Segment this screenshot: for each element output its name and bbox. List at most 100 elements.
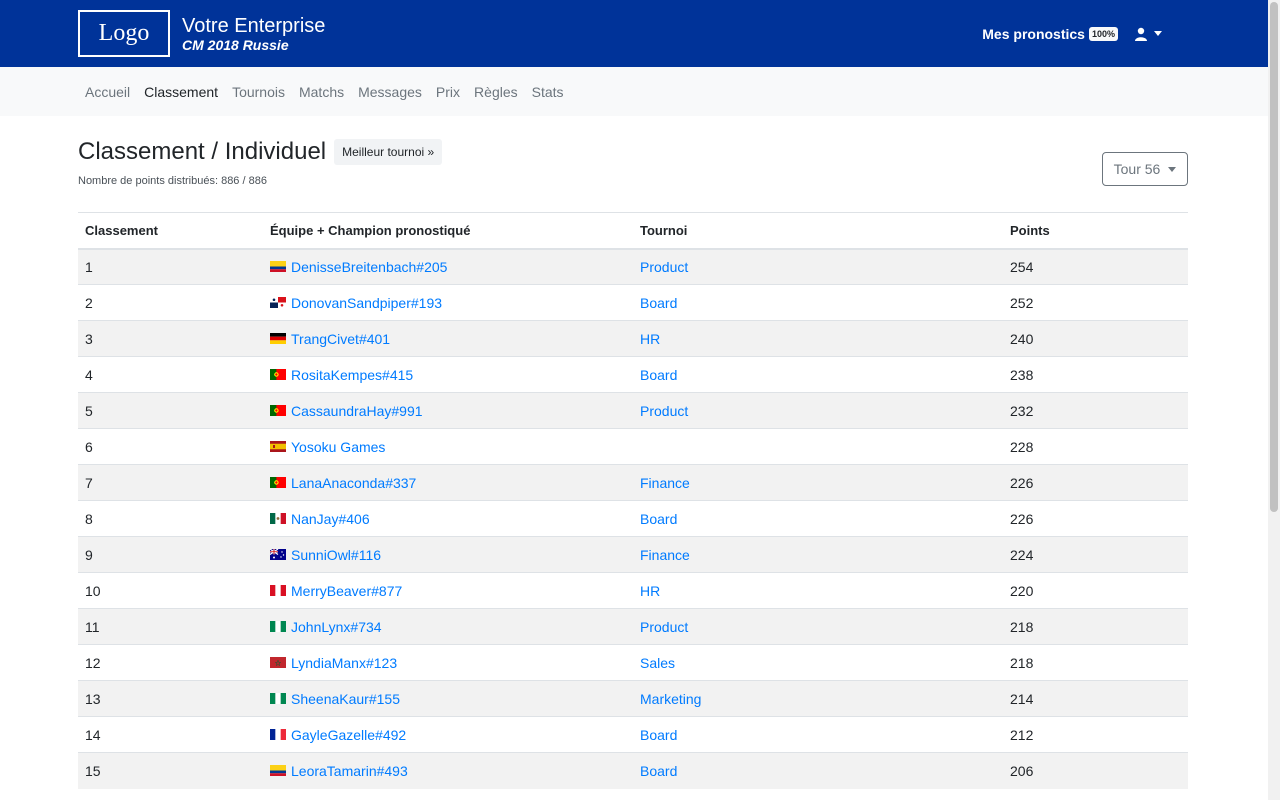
player-link[interactable]: RositaKempes#415 <box>291 367 413 383</box>
nav-item-tournois[interactable]: Tournois <box>225 84 292 100</box>
tournament-link[interactable]: Product <box>640 619 688 635</box>
rank-cell: 8 <box>78 500 263 537</box>
scrollbar[interactable] <box>1268 0 1280 800</box>
panama-flag-icon <box>270 297 286 308</box>
tournament-link[interactable]: Board <box>640 367 677 383</box>
nav-item-accueil[interactable]: Accueil <box>78 84 137 100</box>
ranking-table: Classement Équipe + Champion pronostiqué… <box>78 212 1188 789</box>
tournament-cell: Board <box>633 716 1003 753</box>
tournament-link[interactable]: Sales <box>640 655 675 671</box>
tournament-link[interactable]: Finance <box>640 547 690 563</box>
rank-cell: 4 <box>78 356 263 393</box>
team-cell: LyndiaManx#123 <box>263 644 633 681</box>
points-cell: 254 <box>1003 248 1188 285</box>
nav-item-stats[interactable]: Stats <box>525 84 571 100</box>
rank-cell: 1 <box>78 248 263 285</box>
points-cell: 218 <box>1003 608 1188 645</box>
player-link[interactable]: NanJay#406 <box>291 511 370 527</box>
player-link[interactable]: DonovanSandpiper#193 <box>291 295 442 311</box>
nigeria-flag-icon <box>270 621 286 632</box>
points-cell: 206 <box>1003 752 1188 789</box>
team-cell: GayleGazelle#492 <box>263 716 633 753</box>
predictions-badge: 100% <box>1088 26 1118 41</box>
tournament-link[interactable]: HR <box>640 583 660 599</box>
logo[interactable]: Logo <box>78 10 170 57</box>
mexico-flag-icon <box>270 513 286 524</box>
tournament-cell: HR <box>633 320 1003 357</box>
table-row: 12 LyndiaManx#123 Sales 218 <box>78 644 1188 681</box>
nigeria-flag-icon <box>270 693 286 704</box>
player-link[interactable]: GayleGazelle#492 <box>291 727 406 743</box>
tournament-cell: Product <box>633 248 1003 285</box>
team-cell: LanaAnaconda#337 <box>263 464 633 501</box>
morocco-flag-icon <box>270 657 286 668</box>
table-row: 1 DenisseBreitenbach#205 Product 254 <box>78 248 1188 285</box>
chevron-down-icon <box>1154 31 1162 36</box>
header-team[interactable]: Équipe + Champion pronostiqué <box>263 212 633 250</box>
player-link[interactable]: MerryBeaver#877 <box>291 583 402 599</box>
player-link[interactable]: CassaundraHay#991 <box>291 403 423 419</box>
tournament-cell: Finance <box>633 536 1003 573</box>
round-select[interactable]: Tour 56 <box>1102 152 1188 186</box>
player-link[interactable]: SunniOwl#116 <box>291 547 381 563</box>
scrollbar-thumb[interactable] <box>1270 2 1278 512</box>
tournament-cell: Product <box>633 392 1003 429</box>
player-link[interactable]: Yosoku Games <box>291 439 385 455</box>
rank-cell: 13 <box>78 680 263 717</box>
rank-cell: 6 <box>78 428 263 465</box>
tournament-link[interactable]: HR <box>640 331 660 347</box>
table-row: 11 JohnLynx#734 Product 218 <box>78 608 1188 645</box>
tournament-link[interactable]: Board <box>640 295 677 311</box>
tournament-link[interactable]: Board <box>640 763 677 779</box>
nav-item-matchs[interactable]: Matchs <box>292 84 351 100</box>
header-rank[interactable]: Classement <box>78 212 263 250</box>
points-cell: 240 <box>1003 320 1188 357</box>
peru-flag-icon <box>270 585 286 596</box>
tournament-link[interactable]: Finance <box>640 475 690 491</box>
player-link[interactable]: DenisseBreitenbach#205 <box>291 259 447 275</box>
table-row: 7 LanaAnaconda#337 Finance 226 <box>78 464 1188 501</box>
team-cell: DenisseBreitenbach#205 <box>263 248 633 285</box>
tournament-link[interactable]: Board <box>640 727 677 743</box>
player-link[interactable]: TrangCivet#401 <box>291 331 390 347</box>
chevron-down-icon <box>1168 166 1177 172</box>
player-link[interactable]: LyndiaManx#123 <box>291 655 397 671</box>
team-cell: NanJay#406 <box>263 500 633 537</box>
points-cell: 224 <box>1003 536 1188 573</box>
header-tournament[interactable]: Tournoi <box>633 212 1003 250</box>
nav-item-classement[interactable]: Classement <box>137 84 225 100</box>
page-header: Classement / Individuel Meilleur tournoi… <box>78 138 443 166</box>
player-link[interactable]: JohnLynx#734 <box>291 619 382 635</box>
rank-cell: 5 <box>78 392 263 429</box>
germany-flag-icon <box>270 333 286 344</box>
points-cell: 214 <box>1003 680 1188 717</box>
nav-item-regles[interactable]: Règles <box>467 84 525 100</box>
header-points[interactable]: Points <box>1003 212 1188 250</box>
user-menu-dropdown[interactable] <box>1134 27 1162 41</box>
tournament-link[interactable]: Marketing <box>640 691 701 707</box>
user-area: Mes pronostics 100% <box>982 0 1162 67</box>
tournament-link[interactable]: Product <box>640 259 688 275</box>
points-cell: 212 <box>1003 716 1188 753</box>
nav-item-messages[interactable]: Messages <box>351 84 429 100</box>
tournament-link[interactable]: Board <box>640 511 677 527</box>
tournament-cell: Board <box>633 500 1003 537</box>
top-navbar: Logo Votre Enterprise CM 2018 Russie Mes… <box>0 0 1280 67</box>
my-predictions-link[interactable]: Mes pronostics 100% <box>982 26 1118 42</box>
points-distributed-note: Nombre de points distribués: 886 / 886 <box>78 175 267 187</box>
player-link[interactable]: SheenaKaur#155 <box>291 691 400 707</box>
tournament-cell: Board <box>633 356 1003 393</box>
brand-subtitle: CM 2018 Russie <box>182 37 289 53</box>
brand[interactable]: Votre Enterprise CM 2018 Russie <box>182 14 325 52</box>
nav-item-prix[interactable]: Prix <box>429 84 467 100</box>
colombia-flag-icon <box>270 765 286 777</box>
table-row: 14 GayleGazelle#492 Board 212 <box>78 716 1188 753</box>
australia-flag-icon <box>270 549 286 560</box>
best-tournament-button[interactable]: Meilleur tournoi » <box>334 139 443 165</box>
table-row: 9 SunniOwl#116 Finance 224 <box>78 536 1188 573</box>
tournament-link[interactable]: Product <box>640 403 688 419</box>
nav-list: Accueil Classement Tournois Matchs Messages P… <box>78 67 571 116</box>
player-link[interactable]: LeoraTamarin#493 <box>291 763 408 779</box>
player-link[interactable]: LanaAnaconda#337 <box>291 475 416 491</box>
points-cell: 226 <box>1003 464 1188 501</box>
